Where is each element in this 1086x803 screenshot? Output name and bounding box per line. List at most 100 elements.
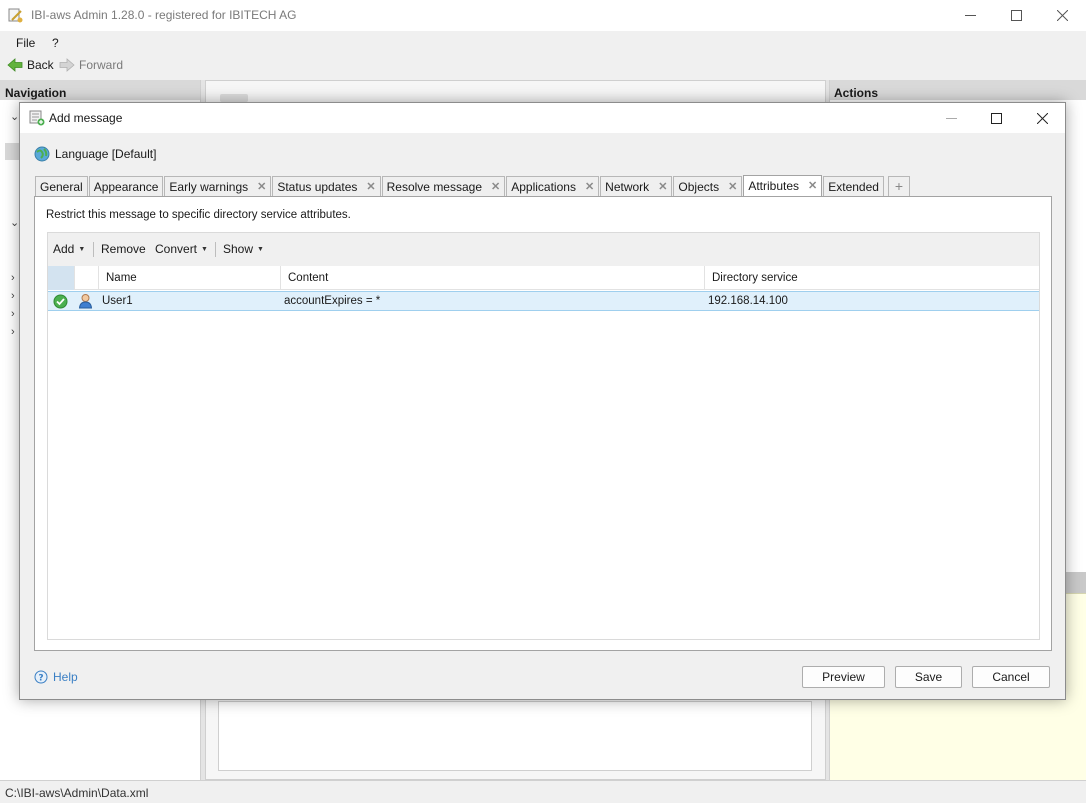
close-icon xyxy=(1036,112,1048,124)
tab-close-icon[interactable]: ✕ xyxy=(728,180,737,196)
dropdown-arrow-icon: ▼ xyxy=(78,245,86,253)
close-icon xyxy=(1056,10,1068,21)
name-column-header[interactable]: Name xyxy=(98,266,280,290)
user-icon xyxy=(78,294,93,309)
dialog-titlebar: Add message xyxy=(20,103,1065,133)
help-label: Help xyxy=(53,670,78,684)
tab-close-icon[interactable]: ✕ xyxy=(808,179,817,196)
chevron-right-icon[interactable]: › xyxy=(11,326,15,338)
minimize-button[interactable] xyxy=(947,0,993,31)
dialog-title: Add message xyxy=(49,111,123,125)
minimize-icon xyxy=(945,117,957,119)
status-bar: C:\IBI-aws\Admin\Data.xml xyxy=(0,780,1086,803)
save-button[interactable]: Save xyxy=(895,666,962,688)
tab-label: Objects xyxy=(678,180,720,194)
tab-label: Early warnings xyxy=(169,180,249,194)
forward-arrow-icon xyxy=(59,58,75,72)
navigation-header: Navigation xyxy=(0,80,200,100)
dropdown-arrow-icon: ▼ xyxy=(257,245,264,253)
check-circle-icon xyxy=(53,294,68,309)
tab-close-icon[interactable]: ✕ xyxy=(585,180,594,196)
window-title: IBI-aws Admin 1.28.0 - registered for IB… xyxy=(31,8,297,22)
remove-label: Remove xyxy=(101,242,146,256)
cancel-button[interactable]: Cancel xyxy=(972,666,1050,688)
add-label: Add xyxy=(53,242,75,256)
add-tab-button[interactable]: + xyxy=(887,176,910,196)
toolbar-separator xyxy=(215,242,216,257)
content-header-icon xyxy=(220,94,248,102)
tab-objects[interactable]: Objects ✕ xyxy=(673,176,743,196)
tab-general[interactable]: General xyxy=(35,176,88,196)
attributes-description: Restrict this message to specific direct… xyxy=(46,209,351,221)
tab-label: Applications xyxy=(511,180,576,194)
tab-label: Extended xyxy=(828,180,879,194)
back-button[interactable]: Back xyxy=(7,58,54,72)
dialog-minimize-button[interactable] xyxy=(928,103,974,133)
tab-status-updates[interactable]: Status updates ✕ xyxy=(272,176,381,196)
dropdown-arrow-icon: ▼ xyxy=(201,245,208,253)
maximize-icon xyxy=(990,112,1002,124)
tab-close-icon[interactable]: ✕ xyxy=(491,180,500,196)
attributes-tab-panel: Restrict this message to specific direct… xyxy=(34,196,1052,651)
actions-header: Actions xyxy=(830,80,1086,100)
row-header-corner xyxy=(48,266,74,290)
grid-header: Name Content Directory service xyxy=(48,266,1039,290)
tab-close-icon[interactable]: ✕ xyxy=(658,180,667,196)
menu-bar: File ? xyxy=(0,31,1086,53)
chevron-right-icon[interactable]: › xyxy=(11,290,15,302)
tab-attributes[interactable]: Attributes ✕ xyxy=(743,175,823,196)
tab-close-icon[interactable]: ✕ xyxy=(257,180,266,196)
chevron-right-icon[interactable]: › xyxy=(11,308,15,320)
tab-label: Resolve message xyxy=(386,180,483,194)
main-titlebar: IBI-aws Admin 1.28.0 - registered for IB… xyxy=(0,0,1086,31)
row-content: accountExpires = * xyxy=(284,295,381,307)
add-dropdown-button[interactable]: Add ▼ xyxy=(53,242,85,256)
svg-text:?: ? xyxy=(38,674,43,684)
convert-dropdown-button[interactable]: Convert ▼ xyxy=(155,242,208,256)
globe-icon xyxy=(34,146,50,162)
attributes-grid: Add ▼ Remove Convert ▼ Show ▼ Name Conte… xyxy=(47,232,1040,640)
grid-toolbar: Add ▼ Remove Convert ▼ Show ▼ xyxy=(48,233,1039,266)
help-link[interactable]: ? Help xyxy=(34,670,78,684)
chevron-down-icon[interactable]: ⌄ xyxy=(10,216,19,229)
menu-file[interactable]: File xyxy=(16,36,35,50)
add-message-dialog: Add message Language [Default] General Ap… xyxy=(19,102,1066,700)
tab-extended[interactable]: Extended xyxy=(823,176,884,196)
tab-label: Network xyxy=(605,180,650,194)
maximize-button[interactable] xyxy=(993,0,1039,31)
dialog-maximize-button[interactable] xyxy=(973,103,1019,133)
preview-button[interactable]: Preview xyxy=(802,666,885,688)
content-column-header[interactable]: Content xyxy=(280,266,704,290)
convert-label: Convert xyxy=(155,242,198,256)
chevron-down-icon[interactable]: ⌄ xyxy=(10,110,19,123)
toolbar-separator xyxy=(93,242,94,257)
row-directory: 192.168.14.100 xyxy=(708,295,788,307)
table-row[interactable]: User1 accountExpires = * 192.168.14.100 xyxy=(48,291,1039,311)
tab-network[interactable]: Network ✕ xyxy=(600,176,673,196)
tab-appearance[interactable]: Appearance xyxy=(88,176,164,196)
tab-close-icon[interactable]: ✕ xyxy=(366,180,375,196)
main-toolbar: Back Forward xyxy=(0,53,1086,80)
status-path: C:\IBI-aws\Admin\Data.xml xyxy=(5,786,149,800)
language-selector[interactable]: Language [Default] xyxy=(34,146,156,162)
forward-button[interactable]: Forward xyxy=(59,58,123,72)
close-button[interactable] xyxy=(1039,0,1085,31)
tab-strip: General Appearance Early warnings ✕ Status u… xyxy=(35,175,911,196)
tab-early-warnings[interactable]: Early warnings ✕ xyxy=(164,176,272,196)
tab-label: General xyxy=(40,180,83,194)
help-icon: ? xyxy=(34,670,48,684)
tab-resolve-message[interactable]: Resolve message ✕ xyxy=(381,176,506,196)
remove-button[interactable]: Remove xyxy=(101,242,146,256)
tab-label: Attributes xyxy=(748,179,800,193)
tab-applications[interactable]: Applications ✕ xyxy=(506,176,600,196)
show-dropdown-button[interactable]: Show ▼ xyxy=(223,242,264,256)
nav-selected-item[interactable] xyxy=(5,143,19,160)
back-arrow-icon xyxy=(7,58,23,72)
add-message-icon xyxy=(29,110,45,126)
forward-label: Forward xyxy=(79,58,124,72)
dialog-close-button[interactable] xyxy=(1019,103,1065,133)
chevron-right-icon[interactable]: › xyxy=(11,272,15,284)
directory-column-header[interactable]: Directory service xyxy=(704,266,1039,290)
menu-help[interactable]: ? xyxy=(52,36,59,50)
icon-column-header[interactable] xyxy=(74,266,98,290)
